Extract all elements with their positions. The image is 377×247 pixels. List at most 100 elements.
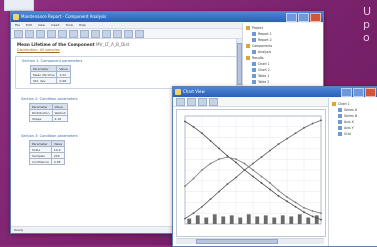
tree-item[interactable]: Grid: [329, 131, 377, 137]
window-controls: [286, 13, 321, 22]
menu-tools[interactable]: Tools: [66, 22, 73, 28]
chart-hscrollbar[interactable]: [176, 238, 324, 244]
series-point: [252, 175, 254, 178]
series-point: [277, 143, 280, 145]
chart-bar: [314, 215, 319, 224]
series-point: [226, 183, 229, 185]
distribution-link[interactable]: Distribution: All samples: [11, 47, 241, 53]
table-cell: 0.95: [50, 158, 66, 165]
window-icon: [175, 89, 181, 95]
series-point: [209, 139, 212, 142]
tree-item-label: Grid: [344, 132, 351, 136]
tree-item-label: Results: [252, 56, 264, 60]
chart-bar: [289, 216, 294, 224]
status-text: Ready: [14, 228, 24, 232]
series-point: [286, 196, 288, 198]
redo-icon[interactable]: [102, 29, 111, 38]
series-point: [277, 195, 280, 197]
minimize-button[interactable]: [286, 13, 297, 22]
corner-caption: U p o: [363, 5, 371, 44]
series-point: [184, 185, 186, 188]
pan-icon[interactable]: [198, 97, 207, 106]
grid-icon: [338, 132, 342, 136]
corner-text-line: p: [362, 18, 370, 31]
menu-help[interactable]: Help: [79, 22, 86, 28]
close-button[interactable]: [310, 13, 321, 22]
report-window-titlebar[interactable]: Maintenance Report - Component Analysis: [11, 12, 323, 22]
series-point: [260, 175, 263, 178]
series-point: [235, 158, 237, 161]
corner-text-line: U: [362, 5, 371, 18]
maximize-button[interactable]: [353, 88, 364, 97]
close-button[interactable]: [365, 88, 376, 97]
tree-item-label: Analysis: [258, 50, 272, 54]
export-icon[interactable]: [209, 97, 218, 106]
chart-icon[interactable]: [113, 29, 122, 38]
undo-icon[interactable]: [91, 29, 100, 38]
section-box-1: Section 1: Component parameters Paramete…: [15, 56, 237, 89]
chart-bar: [195, 215, 200, 224]
table-cell: Shape: [29, 115, 53, 122]
chart-bar: [280, 215, 285, 224]
open-icon[interactable]: [25, 29, 34, 38]
document-heading: Mean Lifetime of the Component MV_LT_A_B…: [11, 39, 241, 47]
document-icon: [252, 38, 256, 42]
series-point: [294, 205, 297, 208]
folder-icon: [246, 44, 250, 48]
paste-icon[interactable]: [80, 29, 89, 38]
zoom-in-icon[interactable]: [176, 97, 185, 106]
chart-bar: [297, 214, 302, 224]
chart-bar: [229, 215, 234, 224]
menu-insert[interactable]: Insert: [51, 22, 60, 28]
chart-bar: [263, 215, 268, 224]
chart-window-titlebar[interactable]: Chart View: [173, 87, 377, 97]
series-icon: [338, 114, 342, 118]
tree-item-label: Chart 2: [258, 68, 270, 72]
series-point: [286, 137, 288, 140]
table-cell: 0.48: [56, 77, 71, 84]
zoom-out-icon[interactable]: [187, 97, 196, 106]
tree-item-label: Report 1: [258, 32, 272, 36]
series-point: [311, 122, 314, 125]
menu-file[interactable]: File: [15, 22, 20, 28]
minimize-button[interactable]: [341, 88, 352, 97]
table-icon: [252, 74, 256, 78]
heading-suffix: MV_LT_A_B_Dist: [96, 42, 130, 47]
chart-panel: [176, 109, 326, 237]
series-point: [201, 132, 203, 135]
new-icon[interactable]: [14, 29, 23, 38]
chart-bar: [187, 218, 192, 224]
maximize-button[interactable]: [298, 13, 309, 22]
zoom-icon[interactable]: [135, 29, 144, 38]
series-point: [294, 201, 297, 204]
section-table: Parameter Value Mean life time 1.22 Std. d…: [29, 65, 71, 84]
series-point: [218, 147, 220, 150]
chart-bar: [212, 214, 217, 224]
section-table: Parameter Value Scale 14.0 Samples 245 Conf…: [29, 140, 66, 165]
tree-item-label: Series A: [344, 108, 357, 112]
chart-tree: Chart 1 Series A Series B Axis X Axis Y …: [328, 98, 377, 246]
series-point: [303, 206, 305, 209]
section-table: Parameter Value Distribution Weibull Shape…: [29, 103, 69, 122]
chart-bar: [246, 214, 251, 224]
menu-view[interactable]: View: [38, 22, 45, 28]
table-row: Shape 2.10: [29, 115, 69, 122]
table-row: Confidence 0.95: [29, 158, 66, 165]
series-point: [277, 189, 280, 192]
print-icon[interactable]: [47, 29, 56, 38]
menu-edit[interactable]: Edit: [26, 22, 32, 28]
table-icon[interactable]: [124, 29, 133, 38]
series-point: [192, 212, 195, 215]
series-point: [320, 212, 322, 215]
scrollbar-thumb[interactable]: [196, 239, 278, 244]
series-point: [209, 198, 212, 201]
tree-item-label: Chart 1: [258, 62, 270, 66]
cut-icon[interactable]: [58, 29, 67, 38]
chart-icon: [252, 62, 256, 66]
tree-item-label: Table 1: [258, 74, 270, 78]
line-chart: [184, 115, 322, 225]
copy-icon[interactable]: [69, 29, 78, 38]
series-point: [320, 218, 322, 221]
save-icon[interactable]: [36, 29, 45, 38]
tree-item-label: Axis Y: [344, 126, 354, 130]
